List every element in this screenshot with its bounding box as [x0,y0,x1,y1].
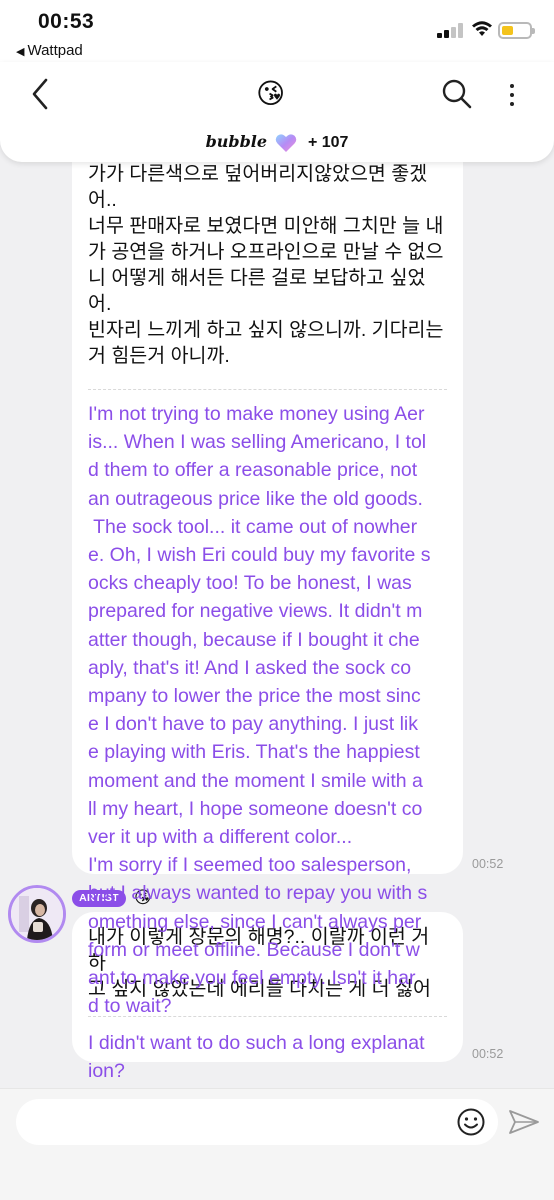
back-triangle-icon: ◀ [16,46,25,58]
more-options-icon[interactable] [500,78,524,112]
avatar-photo [11,888,63,940]
send-icon[interactable] [508,1107,540,1137]
translation-line: I'm sorry if I seemed too salesperson, [88,854,412,877]
translation-line: is... When I was selling Americano, I to… [88,431,427,454]
translation-line: aply, that's it! And I asked the sock co [88,656,412,679]
translation-line: ion? [88,1060,125,1083]
korean-line: 빈자리 느끼게 하고 싶지 않으니까. 기다리는 [88,319,444,341]
translation-line: an outrageous price like the old goods. [88,487,423,510]
bubble-brand: bubble [205,132,268,151]
translation-line: but I always wanted to repay you with s [88,882,428,905]
korean-line: 가 공연을 하거나 오프라인으로 만날 수 없으 [88,241,444,263]
back-to-app-link[interactable]: ◀ Wattpad [16,42,83,59]
translation-line: d to wait? [88,995,172,1018]
emoji-icon[interactable] [456,1107,486,1137]
chat-header: 😘 bubble + 107 [0,62,554,162]
heart-icon [276,134,297,152]
korean-line: 너무 판매자로 보였다면 미안해 그치만 늘 내 [88,215,444,237]
translation-line: moment and the moment I smile with a [88,769,423,792]
translation-line: d them to offer a reasonable price, not [88,459,418,482]
translation-line: ocks cheaply too! To be honest, I was [88,572,412,595]
korean-line: 니 어떻게 해서든 다른 걸로 보답하고 싶었어. [88,267,426,315]
message-input-bar [0,1088,554,1200]
translation-line: The sock tool... it came out of nowher [88,515,418,538]
message-bubble[interactable]: 가가 다른색으로 덮어버리지않았으면 좋겠어.. 너무 판매자로 보였다면 미안… [72,110,463,1017]
translation-line: ant to make you feel empty. Isn't it har [88,967,416,990]
back-app-label: Wattpad [27,42,83,59]
translation-line: form or meet offline. Because I don't w [88,938,420,961]
bubble-subscription-row[interactable]: bubble + 107 [0,132,554,153]
wifi-icon [472,21,492,36]
translation-line: ver it up with a different color... [88,826,353,849]
cellular-signal-icon [437,22,465,38]
message-translation-text: I'm not trying to make money using Aer i… [72,390,463,1020]
korean-line: 가가 다른색으로 덮어버리지않았으면 좋겠어.. [88,163,428,211]
translation-line: omething else, since I can't always per [88,910,422,933]
message-input[interactable] [16,1099,498,1145]
translation-line: e I don't have to pay anything. I just l… [88,713,419,736]
translation-line: ll my heart, I hope someone doesn't co [88,797,423,820]
translation-line: prepared for negative views. It didn't m [88,600,423,623]
battery-icon [498,22,535,39]
message-timestamp: 00:52 [472,1047,504,1061]
translation-line: mpany to lower the price the most sinc [88,685,421,708]
bubble-count: + 107 [307,134,349,151]
search-icon[interactable] [441,78,473,110]
status-time: 00:53 [38,10,95,33]
translation-line: e. Oh, I wish Eri could buy my favorite … [88,544,431,567]
message-translation-text: I didn't want to do such a long explanat… [72,1017,463,1085]
translation-line: e playing with Eris. That's the happiest [88,741,420,764]
status-bar: 00:53 ◀ Wattpad [0,0,554,62]
translation-line: I didn't want to do such a long explanat [88,1032,425,1054]
chat-title-emoji: 😘 [256,78,286,109]
translation-line: atter though, because if I bought it che [88,628,420,651]
artist-avatar[interactable] [8,885,66,943]
message-timestamp: 00:52 [472,857,504,871]
back-chevron-icon[interactable] [26,76,56,112]
translation-line: I'm not trying to make money using Aer [88,403,425,425]
korean-line: 거 힘든거 아니까. [88,345,230,367]
